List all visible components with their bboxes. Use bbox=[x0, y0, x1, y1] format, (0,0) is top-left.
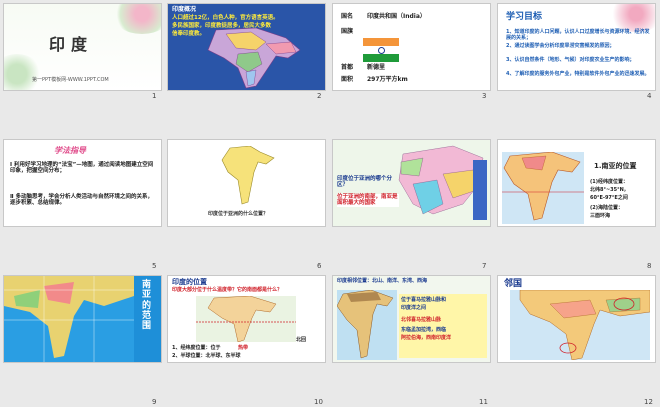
capital-label: 首都 bbox=[341, 64, 354, 71]
neighbors-map bbox=[510, 290, 650, 360]
slide-title: 1.南亚的位置 bbox=[594, 162, 637, 170]
goal-item: 1、知道印度的人口问题，认识人口过度增长与资源环境、经济发展的关系； bbox=[506, 29, 650, 41]
slide-number-1: 1 bbox=[152, 92, 157, 100]
callout-text: 印度洋之间 bbox=[401, 305, 427, 311]
india-terrain-map bbox=[337, 290, 397, 360]
goal-item: 3、认识自然条件（地形、气候）对印度农业生产的影响； bbox=[506, 57, 635, 63]
callout-text: 位于喜马拉雅山脉和 bbox=[401, 297, 447, 303]
india-flag bbox=[363, 38, 399, 62]
slide-thumbnail-10[interactable]: 印度的位置 印度大部分位于什么温度带？它的南面都是什么？ 北回 1、经纬度位置：… bbox=[168, 276, 325, 362]
position-text: (1)经纬度位置： bbox=[590, 179, 629, 185]
slide-thumbnail-2[interactable]: 印度概况 人口超过12亿，白色人种，官方语言英语。 多民族国家，印度教徒居多，居… bbox=[168, 4, 325, 90]
callout-text: 东临孟加拉湾，西临 bbox=[401, 327, 447, 333]
position-highlight: 热带 bbox=[238, 345, 249, 351]
slide-title: 学习目标 bbox=[506, 12, 543, 22]
slide-thumbnail-8[interactable]: 1.南亚的位置 (1)经纬度位置： 北纬8°~35°N， 60°E-97°E之间… bbox=[498, 140, 655, 226]
flag-label: 国旗 bbox=[341, 28, 354, 35]
south-asia-map bbox=[502, 152, 584, 224]
slide-footer: 第一PPT模板网-WWW.1PPT.COM bbox=[32, 77, 109, 83]
legend-bar bbox=[473, 160, 487, 220]
slide-title: 印度 bbox=[49, 35, 94, 54]
slide-sorter-grid: 印度 第一PPT模板网-WWW.1PPT.COM 1 印度概况 人口超过12亿，… bbox=[0, 0, 660, 407]
south-asia-range-map bbox=[4, 276, 134, 362]
slide-number-3: 3 bbox=[482, 92, 487, 100]
slide-title: 邻国 bbox=[504, 279, 523, 289]
slide-text: Ⅱ 多动脑思考，学会分析人类活动与自然环境之间的关系，逐步积累、总结规律。 bbox=[10, 194, 154, 207]
slide-title: 学法指导 bbox=[54, 146, 86, 155]
position-text: 北纬8°~35°N， bbox=[590, 187, 629, 193]
callout-text: 阿拉伯海，西南印度洋 bbox=[401, 335, 452, 341]
slide-number-12: 12 bbox=[644, 398, 653, 406]
slide-caption: 印度位于亚洲的什么位置？ bbox=[208, 211, 269, 217]
india-latitude-map bbox=[196, 296, 296, 342]
chakra-icon bbox=[378, 47, 385, 54]
position-text: (2)海陆位置： bbox=[590, 205, 624, 211]
slide-thumbnail-11[interactable]: 印度相邻位置：北山、南洋、东湾、西海 位于喜马拉雅山脉和 印度洋之间 北邻喜马拉… bbox=[333, 276, 490, 362]
india-outline-map bbox=[221, 146, 275, 205]
slide-number-8: 8 bbox=[647, 262, 652, 270]
slide-heading: 印度相邻位置：北山、南洋、东湾、西海 bbox=[337, 278, 428, 284]
goal-item: 4、了解印度的服务外包产业，特别是软件外包产业的迅速发展。 bbox=[506, 71, 650, 77]
position-text: 三面环海 bbox=[590, 213, 611, 219]
slide-text: 人口超过12亿，白色人种，官方语言英语。 bbox=[172, 15, 279, 21]
slide-subtitle: 印度大部分位于什么温度带？它的南面都是什么？ bbox=[172, 287, 283, 293]
slide-title: 印度的位置 bbox=[172, 278, 207, 286]
slide-number-4: 4 bbox=[647, 92, 652, 100]
slide-title: 南亚的范围 bbox=[142, 280, 152, 332]
callout-text: 北邻喜马拉雅山脉 bbox=[401, 317, 442, 323]
india-political-map bbox=[207, 28, 301, 89]
capital-value: 新德里 bbox=[367, 64, 386, 71]
north-label: 北回 bbox=[296, 337, 307, 343]
slide-number-2: 2 bbox=[317, 92, 322, 100]
country-value: 印度共和国（India） bbox=[367, 13, 426, 20]
slide-heading: 印度概况 bbox=[172, 6, 197, 13]
position-text: 1、经纬度位置：位于 bbox=[172, 345, 221, 351]
slide-thumbnail-1[interactable]: 印度 第一PPT模板网-WWW.1PPT.COM bbox=[4, 4, 161, 90]
slide-thumbnail-3[interactable]: 国名 印度共和国（India） 国旗 首都 新德里 面积 297万平方km bbox=[333, 4, 490, 90]
slide-number-11: 11 bbox=[479, 398, 488, 406]
position-text: 60°E-97°E之间 bbox=[590, 195, 628, 201]
slide-text: Ⅰ 利用好学习地理的“法宝”—地图，通过阅读地图建立空间印象，把握空间分布； bbox=[10, 162, 154, 175]
slide-number-5: 5 bbox=[152, 262, 157, 270]
slide-thumbnail-7[interactable]: 印度位于亚洲的哪个分区？ 位于亚洲的南部，南亚是面积最大的国家 bbox=[333, 140, 490, 226]
slide-number-7: 7 bbox=[482, 262, 487, 270]
slide-thumbnail-9[interactable]: 南亚的范围 bbox=[4, 276, 161, 362]
slide-number-9: 9 bbox=[152, 398, 157, 406]
question-text: 印度位于亚洲的哪个分区？ bbox=[337, 176, 393, 189]
position-text: 2、半球位置：北半球、东半球 bbox=[172, 353, 241, 359]
goal-item: 2、通过读图学会分析印度旱涝灾害频发的原因； bbox=[506, 43, 615, 49]
answer-text: 位于亚洲的南部，南亚是面积最大的国家 bbox=[337, 194, 399, 207]
slide-thumbnail-4[interactable]: 学习目标 1、知道印度的人口问题，认识人口过度增长与资源环境、经济发展的关系； … bbox=[498, 4, 655, 90]
slide-number-10: 10 bbox=[314, 398, 323, 406]
country-label: 国名 bbox=[341, 13, 354, 20]
area-value: 297万平方km bbox=[367, 76, 408, 83]
slide-thumbnail-5[interactable]: 学法指导 Ⅰ 利用好学习地理的“法宝”—地图，通过阅读地图建立空间印象，把握空间… bbox=[4, 140, 161, 226]
flower-decoration bbox=[608, 4, 655, 32]
slide-thumbnail-12[interactable]: 邻国 bbox=[498, 276, 655, 362]
slide-thumbnail-6[interactable]: 印度位于亚洲的什么位置？ bbox=[168, 140, 325, 226]
area-label: 面积 bbox=[341, 76, 354, 83]
slide-number-6: 6 bbox=[317, 262, 322, 270]
